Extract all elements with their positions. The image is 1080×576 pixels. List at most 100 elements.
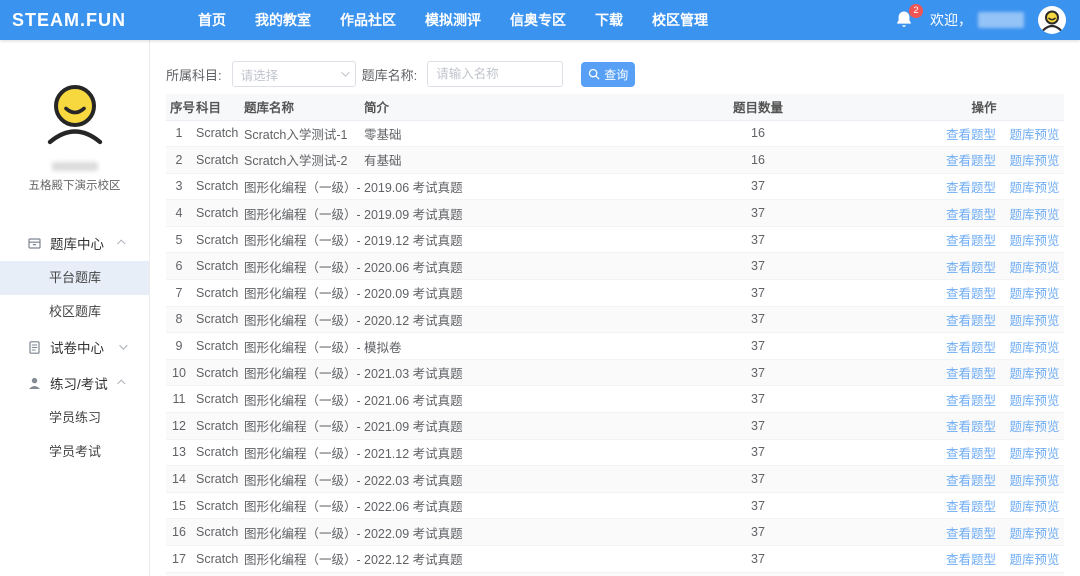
- campus-logo: [0, 82, 149, 146]
- bank-preview-link[interactable]: 题库预览: [1010, 314, 1060, 328]
- bank-preview-link[interactable]: 题库预览: [1010, 394, 1060, 408]
- view-question-types-link[interactable]: 查看题型: [946, 394, 996, 408]
- cell-index: 9: [166, 333, 192, 360]
- table-row: 7 Scratch 图形化编程（一级）-5卷 2020.09 考试真题 37 查…: [166, 280, 1064, 307]
- nav-item-my-classroom[interactable]: 我的教室: [255, 10, 311, 30]
- person-icon: [27, 376, 42, 391]
- cell-subject: Scratch: [192, 200, 240, 227]
- menu-label: 平台题库: [49, 270, 101, 285]
- cell-desc: 2022.03 考试真题: [360, 466, 584, 493]
- bank-preview-link[interactable]: 题库预览: [1010, 341, 1060, 355]
- cell-subject: Scratch: [192, 546, 240, 573]
- bank-preview-link[interactable]: 题库预览: [1010, 420, 1060, 434]
- nav-item-olympiad-zone[interactable]: 信奥专区: [510, 10, 566, 30]
- menu-label: 题库中心: [50, 233, 104, 253]
- sidebar-item-question-bank-center[interactable]: 题库中心: [0, 225, 149, 261]
- bank-preview-link[interactable]: 题库预览: [1010, 154, 1060, 168]
- cell-name: 图形化编程（一级）-5卷: [240, 280, 360, 307]
- cell-subject: Scratch: [192, 466, 240, 493]
- table-row: 4 Scratch 图形化编程（一级）-2卷 2019.09 考试真题 37 查…: [166, 200, 1064, 227]
- cell-desc: 2020.12 考试真题: [360, 306, 584, 333]
- cell-count: 37: [584, 439, 932, 466]
- cell-subject: Scratch: [192, 306, 240, 333]
- notification-badge: 2: [909, 4, 923, 18]
- sidebar-item-exam-paper-center[interactable]: 试卷中心: [0, 329, 149, 365]
- view-question-types-link[interactable]: 查看题型: [946, 420, 996, 434]
- notification-bell[interactable]: 2: [894, 9, 916, 31]
- sidebar-item-student-exam[interactable]: 学员考试: [0, 435, 149, 469]
- cell-count: 37: [584, 280, 932, 307]
- view-question-types-link[interactable]: 查看题型: [946, 314, 996, 328]
- bank-preview-link[interactable]: 题库预览: [1010, 128, 1060, 142]
- view-question-types-link[interactable]: 查看题型: [946, 128, 996, 142]
- cell-index: 8: [166, 306, 192, 333]
- cell-subject: Scratch: [192, 253, 240, 280]
- cell-subject: Scratch: [192, 333, 240, 360]
- cell-count: 37: [584, 386, 932, 413]
- bank-preview-link[interactable]: 题库预览: [1010, 181, 1060, 195]
- bank-preview-link[interactable]: 题库预览: [1010, 527, 1060, 541]
- view-question-types-link[interactable]: 查看题型: [946, 181, 996, 195]
- sidebar-item-platform-bank[interactable]: 平台题库: [0, 261, 149, 295]
- bank-preview-link[interactable]: 题库预览: [1010, 447, 1060, 461]
- cell-index: 15: [166, 492, 192, 519]
- chevron-down-icon: [119, 341, 127, 349]
- view-question-types-link[interactable]: 查看题型: [946, 474, 996, 488]
- cell-desc: 2022.12 考试真题: [360, 546, 584, 573]
- bank-preview-link[interactable]: 题库预览: [1010, 553, 1060, 567]
- cell-subject: Scratch: [192, 280, 240, 307]
- bank-preview-link[interactable]: 题库预览: [1010, 474, 1060, 488]
- view-question-types-link[interactable]: 查看题型: [946, 447, 996, 461]
- cell-name: Scratch入学测试-1: [240, 120, 360, 147]
- view-question-types-link[interactable]: 查看题型: [946, 287, 996, 301]
- view-question-types-link[interactable]: 查看题型: [946, 234, 996, 248]
- cell-count: 37: [584, 253, 932, 280]
- bank-preview-link[interactable]: 题库预览: [1010, 208, 1060, 222]
- cell-index: 17: [166, 546, 192, 573]
- cell-subject: Scratch: [192, 147, 240, 174]
- bank-preview-link[interactable]: 题库预览: [1010, 367, 1060, 381]
- welcome-label: 欢迎，: [930, 10, 972, 30]
- cell-subject: Scratch: [192, 226, 240, 253]
- subject-filter-label: 所属科目:: [166, 65, 222, 84]
- table-row: 16 Scratch 图形化编程（一级）-14卷 2022.09 考试真题 37…: [166, 519, 1064, 546]
- sidebar-item-campus-bank[interactable]: 校区题库: [0, 295, 149, 329]
- table-row-partial: [166, 573, 1064, 576]
- nav-item-home[interactable]: 首页: [198, 10, 226, 30]
- subject-select[interactable]: 请选择: [232, 61, 356, 87]
- cell-index: 6: [166, 253, 192, 280]
- cell-subject: Scratch: [192, 519, 240, 546]
- view-question-types-link[interactable]: 查看题型: [946, 367, 996, 381]
- nav-item-download[interactable]: 下载: [595, 10, 623, 30]
- view-question-types-link[interactable]: 查看题型: [946, 341, 996, 355]
- brand-logo[interactable]: STEAM.FUN: [12, 10, 126, 31]
- menu-label: 练习/考试: [50, 373, 108, 393]
- bank-preview-link[interactable]: 题库预览: [1010, 234, 1060, 248]
- view-question-types-link[interactable]: 查看题型: [946, 500, 996, 514]
- subject-select-placeholder: 请选择: [241, 65, 279, 84]
- nav-item-works-community[interactable]: 作品社区: [340, 10, 396, 30]
- bank-preview-link[interactable]: 题库预览: [1010, 500, 1060, 514]
- bank-preview-link[interactable]: 题库预览: [1010, 261, 1060, 275]
- cell-index: 16: [166, 519, 192, 546]
- view-question-types-link[interactable]: 查看题型: [946, 154, 996, 168]
- cell-count: 37: [584, 413, 932, 440]
- sidebar-item-student-practice[interactable]: 学员练习: [0, 401, 149, 435]
- cell-desc: 2019.12 考试真题: [360, 226, 584, 253]
- cell-index: 2: [166, 147, 192, 174]
- sidebar-item-practice-exam[interactable]: 练习/考试: [0, 365, 149, 401]
- view-question-types-link[interactable]: 查看题型: [946, 527, 996, 541]
- nav-item-campus-admin[interactable]: 校区管理: [652, 10, 708, 30]
- view-question-types-link[interactable]: 查看题型: [946, 261, 996, 275]
- view-question-types-link[interactable]: 查看题型: [946, 208, 996, 222]
- bank-name-input[interactable]: [427, 61, 563, 87]
- cell-subject: Scratch: [192, 413, 240, 440]
- table-row: 1 Scratch Scratch入学测试-1 零基础 16 查看题型 题库预览: [166, 120, 1064, 147]
- bank-preview-link[interactable]: 题库预览: [1010, 287, 1060, 301]
- nav-item-mock-assessment[interactable]: 模拟测评: [425, 10, 481, 30]
- view-question-types-link[interactable]: 查看题型: [946, 553, 996, 567]
- search-button[interactable]: 查询: [581, 62, 635, 87]
- user-avatar[interactable]: [1038, 6, 1066, 34]
- cell-desc: 零基础: [360, 120, 584, 147]
- table-row: 10 Scratch 图形化编程（一级）-8卷 2021.03 考试真题 37 …: [166, 359, 1064, 386]
